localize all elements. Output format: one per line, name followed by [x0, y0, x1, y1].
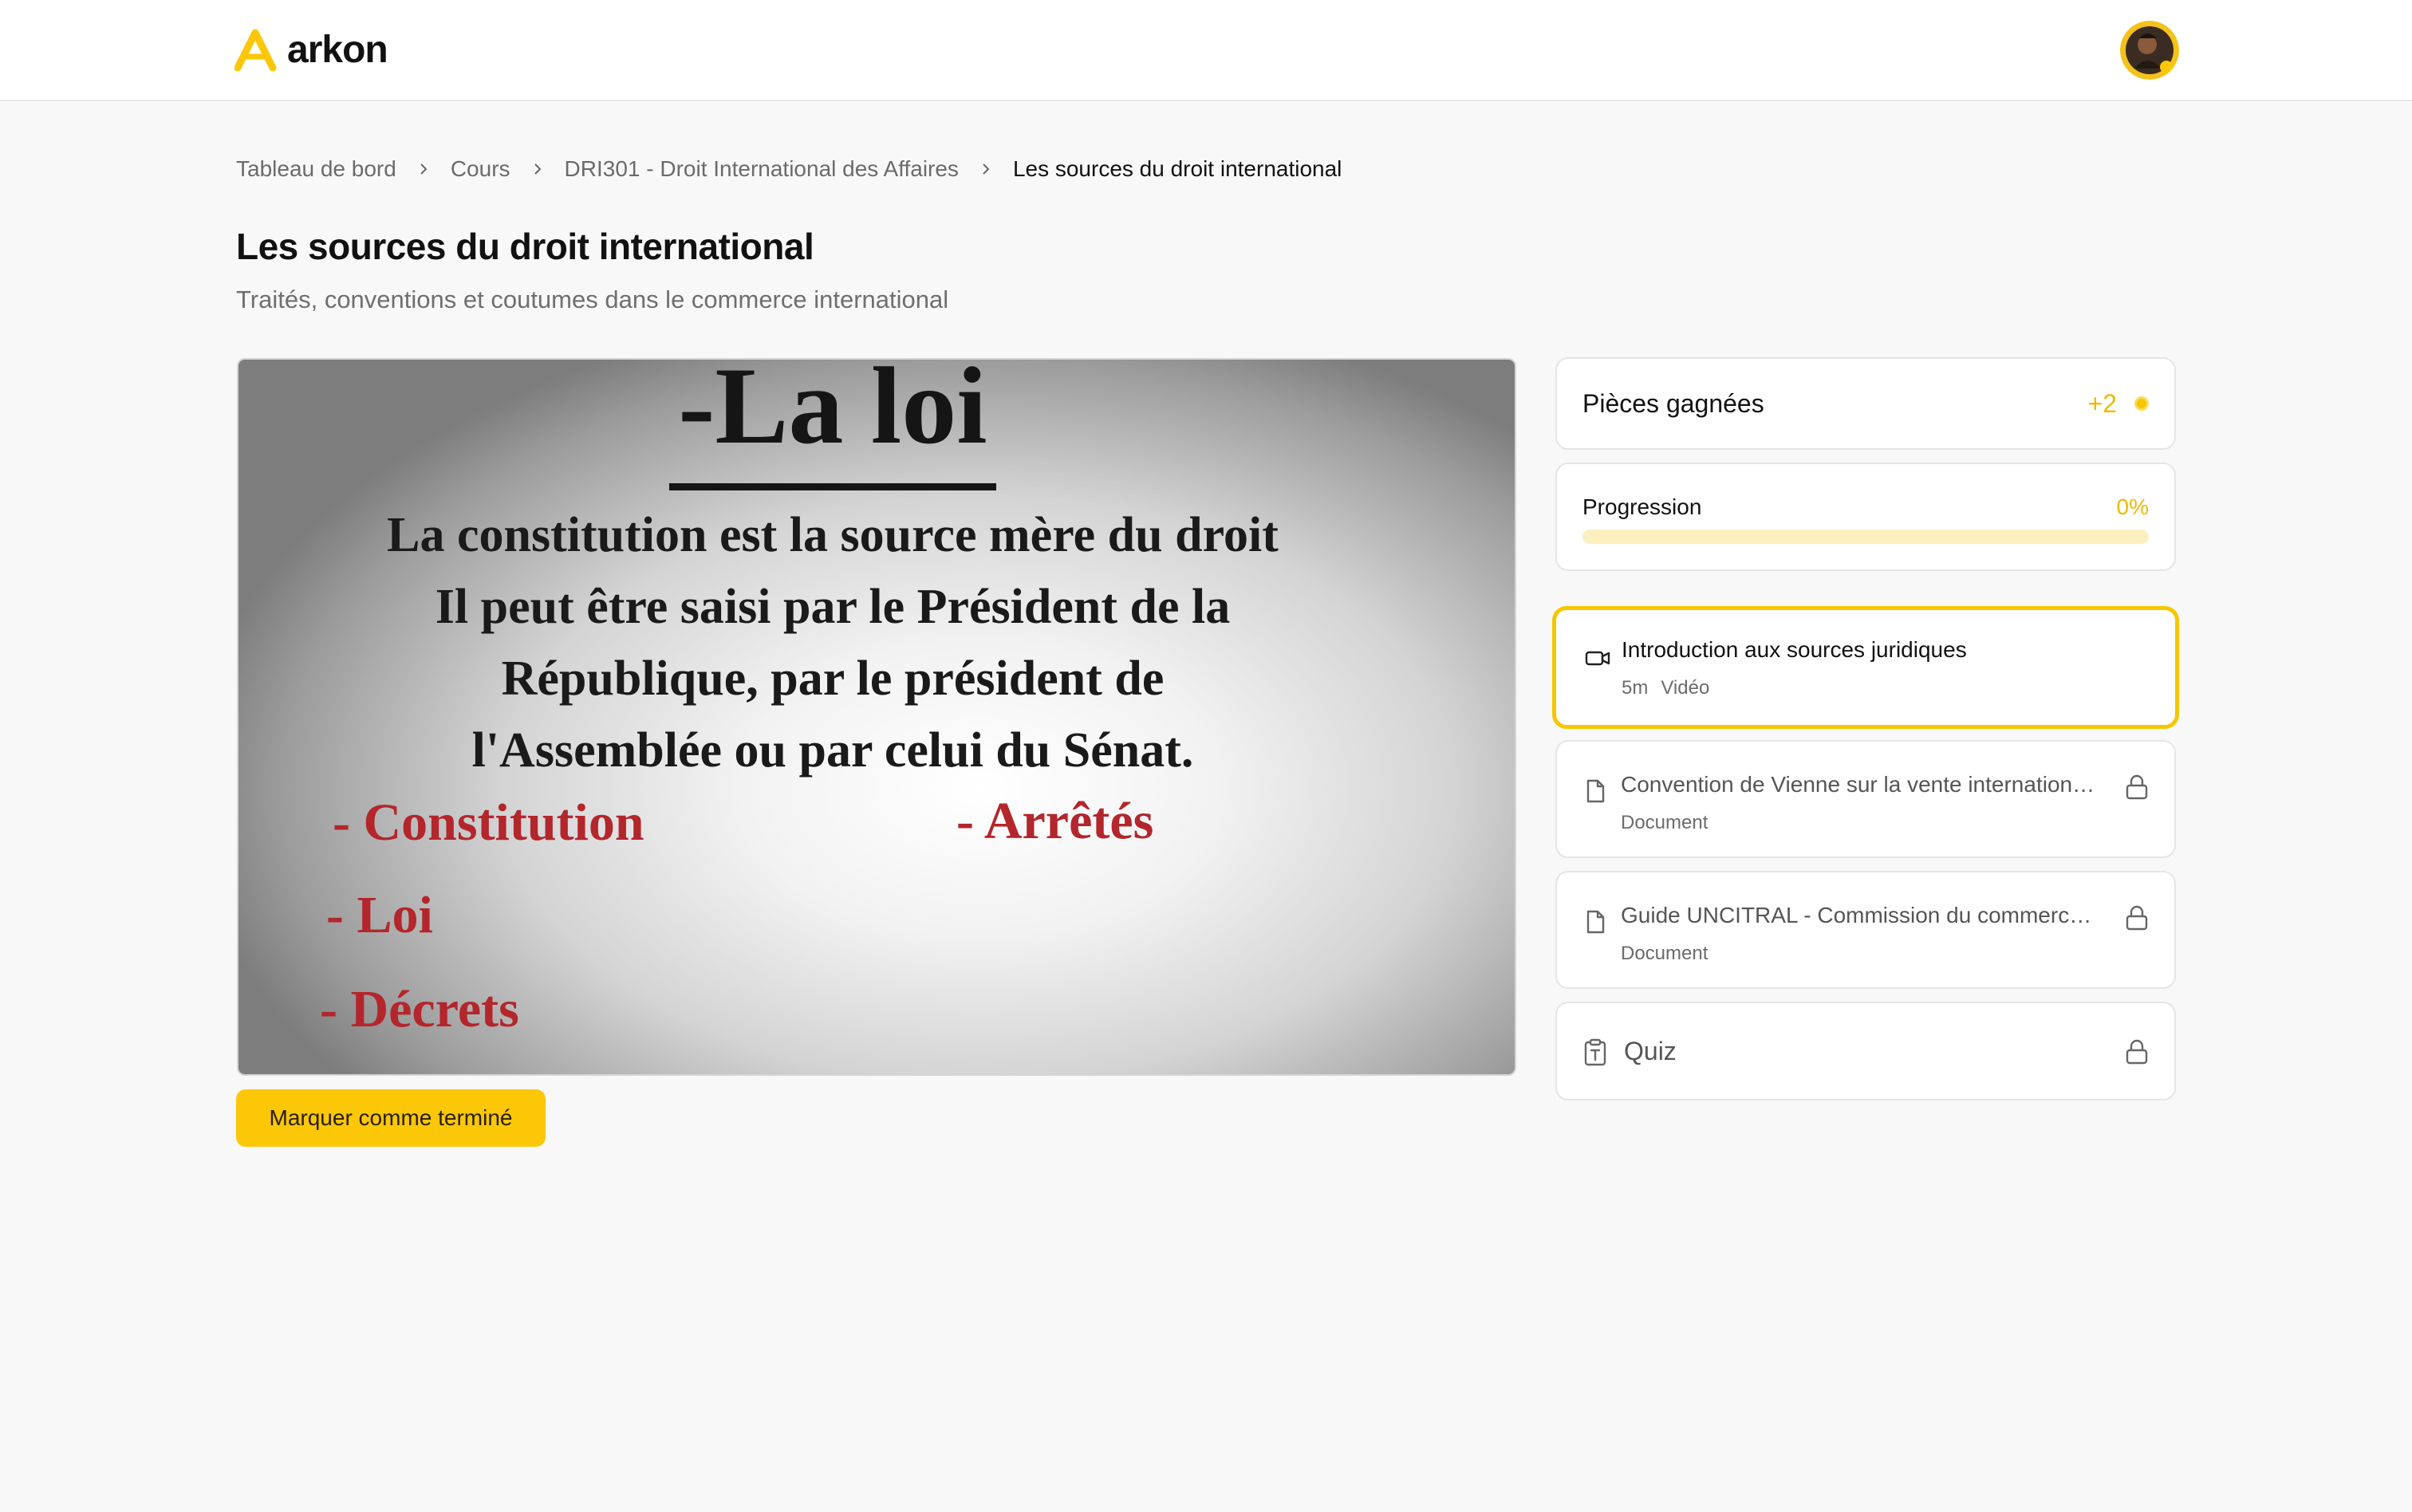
breadcrumb-courses[interactable]: Cours — [451, 156, 510, 182]
user-avatar[interactable] — [2120, 21, 2179, 80]
slide-list-item: - Loi — [326, 886, 433, 944]
slide-line: République, par le président de — [502, 652, 1165, 706]
breadcrumb-course[interactable]: DRI301 - Droit International des Affaire… — [565, 156, 959, 182]
document-icon — [1586, 910, 1605, 934]
slide-line: La constitution est la source mère du dr… — [387, 508, 1279, 562]
lesson-item-introduction[interactable]: Introduction aux sources juridiques 5m Vi… — [1552, 606, 2179, 729]
lesson-meta: 5m Vidéo — [1622, 677, 1709, 699]
coins-card: Pièces gagnées +2 — [1555, 357, 2176, 450]
video-player[interactable]: -La loi La constitution est la source mè… — [237, 358, 1516, 1076]
lock-icon — [2126, 905, 2148, 931]
lesson-type: Document — [1621, 812, 1708, 833]
lock-icon — [2126, 774, 2148, 800]
coins-label: Pièces gagnées — [1582, 389, 1764, 418]
lock-icon — [2126, 1039, 2148, 1065]
top-bar: arkon — [0, 0, 2412, 101]
chevron-right-icon — [396, 163, 451, 175]
coins-value: +2 — [2087, 389, 2117, 418]
lesson-item-guide-uncitral[interactable]: Guide UNCITRAL - Commission du commerce … — [1555, 871, 2176, 989]
breadcrumb: Tableau de bord Cours DRI301 - Droit Int… — [236, 153, 1342, 185]
lesson-type: Vidéo — [1661, 677, 1710, 699]
coin-icon — [2134, 396, 2149, 411]
page-subtitle: Traités, conventions et coutumes dans le… — [236, 285, 949, 313]
page-title: Les sources du droit international — [236, 226, 814, 267]
slide-heading-underline — [669, 483, 996, 490]
progress-value: 0% — [2116, 494, 2149, 519]
quiz-title: Quiz — [1624, 1037, 1677, 1065]
lesson-meta: Document — [1621, 812, 1708, 834]
lesson-duration: 5m — [1622, 677, 1649, 699]
progress-card: Progression 0% — [1555, 463, 2176, 571]
brand-name: arkon — [287, 28, 388, 71]
chevron-right-icon — [959, 163, 1013, 175]
progress-label: Progression — [1582, 494, 1702, 519]
brand-logo[interactable]: arkon — [235, 24, 388, 75]
lesson-title: Introduction aux sources juridiques — [1622, 637, 1967, 662]
quiz-icon — [1584, 1038, 1606, 1066]
quiz-item[interactable]: Quiz — [1555, 1002, 2176, 1101]
lesson-type: Document — [1621, 943, 1708, 964]
slide-line: l'Assemblée ou par celui du Sénat. — [472, 723, 1194, 778]
document-icon — [1586, 779, 1605, 803]
lesson-meta: Document — [1621, 943, 1708, 965]
lesson-title: Guide UNCITRAL - Commission du commerce … — [1621, 903, 2099, 927]
chevron-right-icon — [510, 163, 565, 175]
slide-list-item: - Décrets — [320, 980, 519, 1038]
progress-bar — [1582, 530, 2149, 544]
lesson-title: Convention de Vienne sur la vente intern… — [1621, 772, 2099, 797]
breadcrumb-current: Les sources du droit international — [1012, 156, 1342, 181]
video-icon — [1585, 651, 1610, 666]
mark-complete-button[interactable]: Marquer comme terminé — [236, 1089, 546, 1147]
slide-list-item: - Constitution — [333, 793, 644, 852]
slide-heading: -La loi — [678, 360, 987, 467]
arkon-logo-icon — [235, 29, 277, 72]
slide-line: Il peut être saisi par le Président de l… — [436, 580, 1231, 634]
slide-list-item: - Arrêtés — [956, 792, 1153, 850]
breadcrumb-dashboard[interactable]: Tableau de bord — [236, 156, 396, 182]
lesson-item-convention-vienne[interactable]: Convention de Vienne sur la vente intern… — [1555, 740, 2176, 858]
